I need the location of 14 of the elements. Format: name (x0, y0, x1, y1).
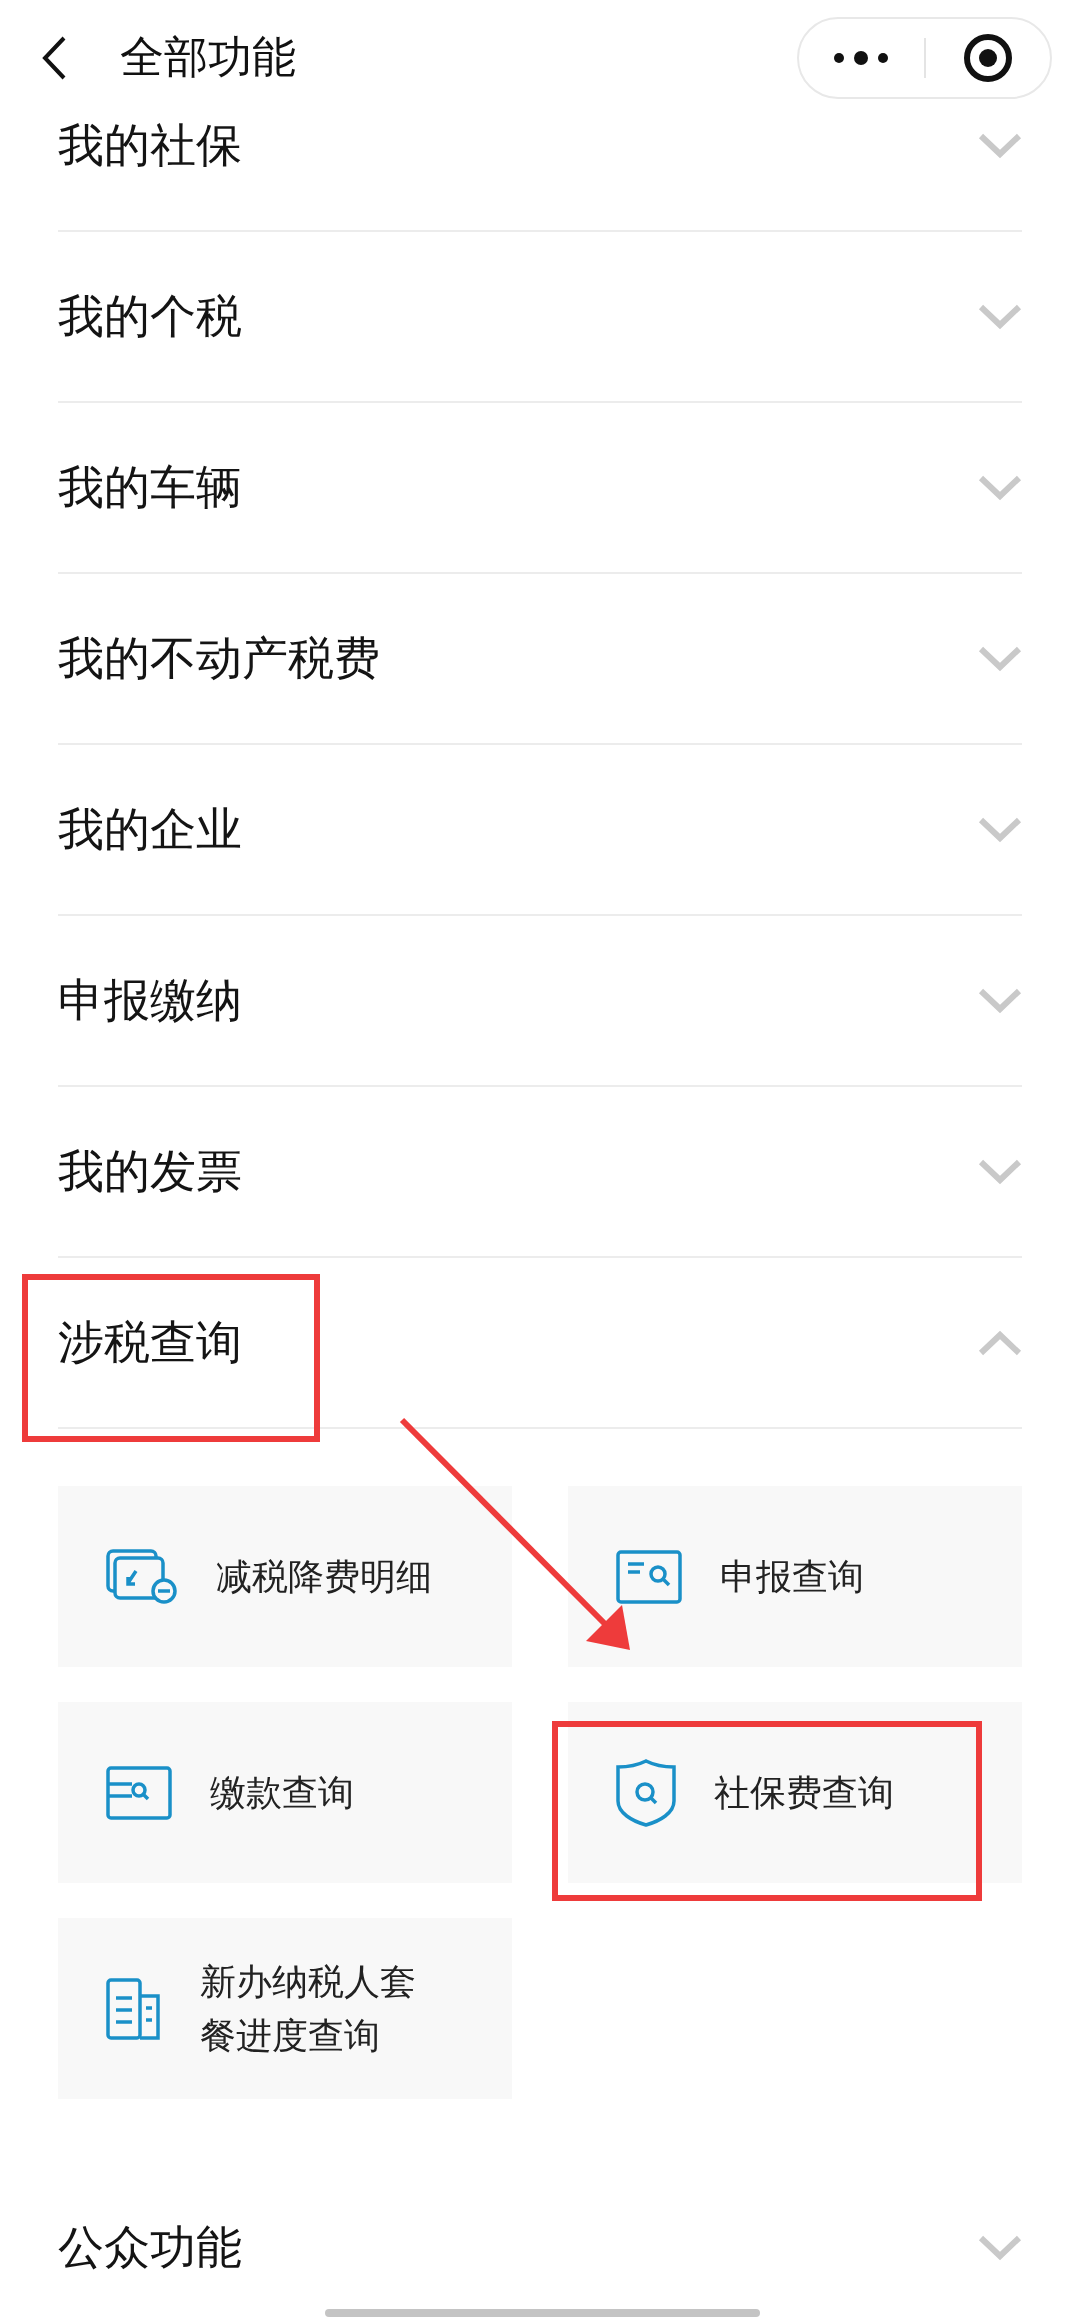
section-title: 我的社保 (58, 116, 242, 174)
card-label: 缴款查询 (210, 1770, 355, 1815)
section-title: 涉税查询 (58, 1313, 242, 1371)
section-title: 我的企业 (58, 800, 242, 858)
section-title: 公众功能 (58, 2218, 242, 2276)
card-label: 减税降费明细 (216, 1554, 433, 1599)
card-label: 社保费查询 (714, 1770, 895, 1815)
section-title: 我的不动产税费 (58, 629, 380, 687)
card-label: 申报查询 (720, 1554, 865, 1599)
section-title: 申报缴纳 (58, 971, 242, 1029)
section-title: 我的发票 (58, 1142, 242, 1200)
section-title: 我的车辆 (58, 458, 242, 516)
card-label: 新办纳税人套餐进度查询 (200, 1959, 417, 2058)
section-title: 我的个税 (58, 287, 242, 345)
